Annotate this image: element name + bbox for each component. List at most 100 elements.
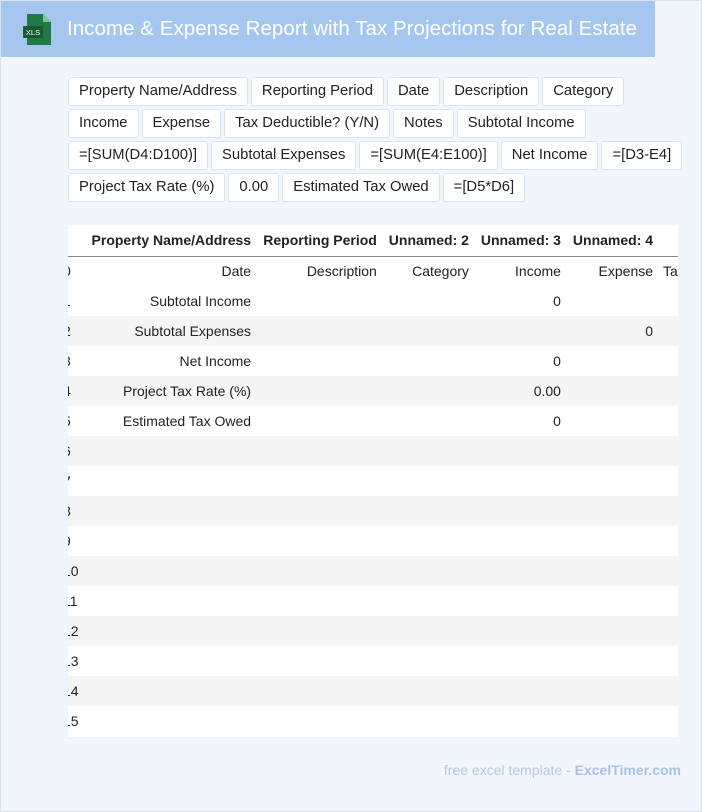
table-cell[interactable] — [256, 316, 382, 346]
table-cell[interactable] — [658, 346, 678, 376]
table-cell[interactable] — [256, 496, 382, 526]
table-cell[interactable] — [473, 466, 566, 496]
table-cell[interactable] — [256, 406, 382, 436]
column-header[interactable]: Unnamed: 3 — [473, 225, 566, 257]
table-cell[interactable]: Subtotal Expenses — [82, 316, 257, 346]
table-cell[interactable] — [565, 406, 659, 436]
table-cell[interactable] — [473, 646, 566, 676]
table-cell[interactable] — [565, 466, 659, 496]
table-cell[interactable] — [565, 556, 659, 586]
table-cell[interactable] — [381, 406, 474, 436]
table-cell[interactable] — [473, 316, 566, 346]
table-cell[interactable] — [381, 586, 474, 616]
table-cell[interactable] — [381, 526, 474, 556]
table-cell[interactable] — [658, 676, 678, 706]
table-cell[interactable] — [82, 616, 257, 646]
table-cell[interactable] — [565, 676, 659, 706]
table-cell[interactable] — [658, 466, 678, 496]
column-header[interactable] — [68, 225, 83, 257]
table-cell[interactable] — [256, 616, 382, 646]
table-cell[interactable] — [82, 586, 257, 616]
footer-brand-link[interactable]: ExcelTimer.com — [575, 762, 681, 778]
table-cell[interactable] — [473, 586, 566, 616]
table-cell[interactable] — [256, 676, 382, 706]
table-cell[interactable]: 0 — [473, 286, 566, 316]
table-cell[interactable] — [381, 676, 474, 706]
table-cell[interactable] — [381, 436, 474, 466]
data-table-viewport[interactable]: Property Name/Address Reporting Period Unn… — [68, 225, 678, 737]
column-header[interactable]: Property Name/Address — [82, 225, 257, 257]
column-header[interactable] — [658, 225, 678, 257]
table-cell[interactable] — [256, 376, 382, 406]
table-cell[interactable] — [658, 406, 678, 436]
table-cell[interactable] — [381, 286, 474, 316]
table-cell[interactable] — [658, 616, 678, 646]
table-cell[interactable] — [381, 616, 474, 646]
table-cell[interactable] — [565, 286, 659, 316]
table-cell[interactable] — [256, 706, 382, 736]
table-cell[interactable] — [565, 346, 659, 376]
table-cell[interactable] — [565, 646, 659, 676]
table-cell[interactable] — [473, 556, 566, 586]
table-cell[interactable] — [658, 316, 678, 346]
table-cell[interactable] — [565, 526, 659, 556]
table-cell[interactable] — [565, 376, 659, 406]
table-cell[interactable] — [82, 526, 257, 556]
table-cell[interactable]: 0 — [473, 406, 566, 436]
table-cell[interactable] — [473, 526, 566, 556]
table-cell[interactable] — [381, 316, 474, 346]
table-cell[interactable] — [82, 646, 257, 676]
row-index: 3 — [68, 346, 83, 376]
table-cell[interactable] — [381, 556, 474, 586]
table-cell[interactable] — [473, 616, 566, 646]
column-header[interactable]: Unnamed: 4 — [565, 225, 659, 257]
table-cell[interactable] — [256, 556, 382, 586]
table-cell[interactable] — [381, 346, 474, 376]
table-cell[interactable] — [658, 706, 678, 736]
column-header[interactable]: Reporting Period — [256, 225, 382, 257]
table-cell[interactable] — [381, 496, 474, 526]
table-cell[interactable]: 0.00 — [473, 376, 566, 406]
table-cell[interactable]: Estimated Tax Owed — [82, 406, 257, 436]
table-cell[interactable] — [256, 436, 382, 466]
table-cell[interactable] — [658, 586, 678, 616]
table-cell[interactable] — [658, 646, 678, 676]
column-header[interactable]: Unnamed: 2 — [381, 225, 474, 257]
table-cell[interactable] — [473, 496, 566, 526]
table-cell[interactable] — [82, 466, 257, 496]
table-cell[interactable] — [256, 286, 382, 316]
table-cell[interactable] — [473, 676, 566, 706]
table-cell[interactable] — [381, 376, 474, 406]
table-cell[interactable] — [658, 556, 678, 586]
table-cell[interactable] — [82, 556, 257, 586]
table-cell[interactable] — [565, 436, 659, 466]
table-cell[interactable] — [256, 466, 382, 496]
table-cell[interactable] — [565, 706, 659, 736]
table-cell[interactable] — [658, 436, 678, 466]
table-cell[interactable] — [565, 496, 659, 526]
table-cell[interactable] — [256, 646, 382, 676]
table-cell[interactable] — [256, 526, 382, 556]
table-cell[interactable] — [256, 346, 382, 376]
table-cell[interactable] — [473, 436, 566, 466]
table-cell[interactable]: Project Tax Rate (%) — [82, 376, 257, 406]
table-cell[interactable]: 0 — [473, 346, 566, 376]
table-cell[interactable] — [381, 466, 474, 496]
table-cell[interactable] — [256, 586, 382, 616]
table-cell[interactable] — [565, 586, 659, 616]
table-cell[interactable] — [658, 496, 678, 526]
table-cell[interactable] — [82, 436, 257, 466]
table-cell[interactable] — [473, 706, 566, 736]
table-cell[interactable] — [82, 706, 257, 736]
table-cell[interactable] — [82, 496, 257, 526]
table-cell[interactable]: Subtotal Income — [82, 286, 257, 316]
table-cell[interactable]: Net Income — [82, 346, 257, 376]
table-cell[interactable]: 0 — [565, 316, 659, 346]
table-cell[interactable] — [381, 646, 474, 676]
table-cell[interactable] — [658, 526, 678, 556]
table-cell[interactable] — [82, 676, 257, 706]
table-cell[interactable] — [658, 376, 678, 406]
table-cell[interactable] — [565, 616, 659, 646]
table-cell[interactable] — [381, 706, 474, 736]
table-cell[interactable] — [658, 286, 678, 316]
